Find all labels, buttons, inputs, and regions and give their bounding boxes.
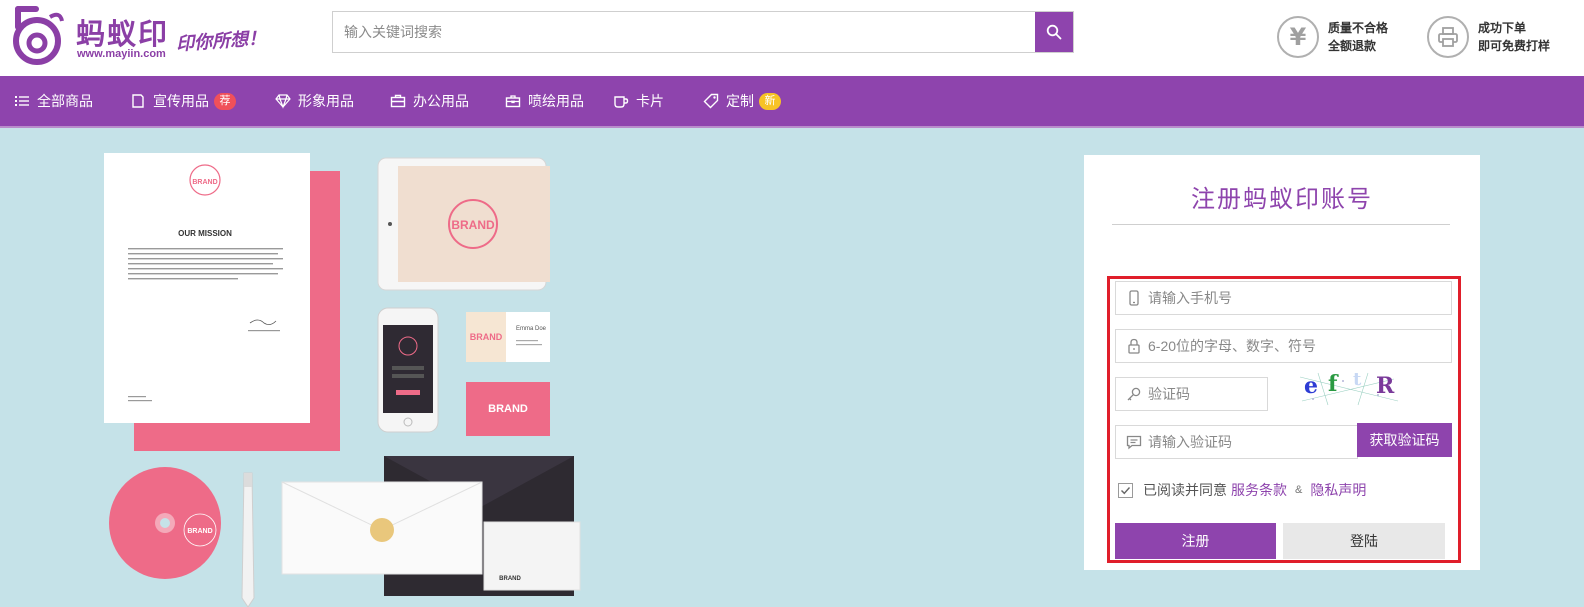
nav-item-promo[interactable]: 宣传用品 荐: [130, 76, 236, 126]
login-button[interactable]: 登陆: [1283, 523, 1445, 559]
tablet-brand-text: BRAND: [451, 218, 495, 232]
nav-item-office[interactable]: 办公用品: [390, 76, 469, 126]
phone-field: [1115, 281, 1452, 315]
terms-link[interactable]: 服务条款: [1231, 480, 1287, 500]
captcha-input[interactable]: [1148, 378, 1264, 410]
main-nav: 全部商品 宣传用品 荐 形象用品 办公用品 喷绘用品 卡片 定制 新: [0, 76, 1584, 128]
search-bar: [332, 11, 1074, 53]
captcha-char: f: [1328, 371, 1338, 397]
recommend-badge: 荐: [214, 92, 236, 110]
diamond-icon: [275, 93, 291, 109]
captcha-image[interactable]: e f t R: [1298, 371, 1400, 407]
nav-label: 定制: [726, 93, 754, 109]
nav-label: 宣传用品: [153, 93, 209, 109]
stationery-mockup-image: BRAND OUR MISSION BRAND BRAND Emma Doe B…: [104, 153, 581, 607]
letter-brand-text: BRAND: [192, 179, 217, 186]
logo-slogan: 印你所想！: [175, 27, 267, 56]
nav-item-cards[interactable]: 卡片: [613, 76, 664, 126]
agreement-row: 已阅读并同意 服务条款 & 隐私声明: [1118, 480, 1370, 500]
nav-item-image[interactable]: 形象用品: [275, 76, 354, 126]
captcha-char: e: [1304, 373, 1318, 399]
nav-item-spray[interactable]: 喷绘用品: [505, 76, 584, 126]
register-button[interactable]: 注册: [1115, 523, 1276, 559]
nav-label: 喷绘用品: [528, 93, 584, 109]
list-icon: [14, 93, 30, 109]
nav-item-all-products[interactable]: 全部商品: [14, 76, 93, 126]
register-title: 注册蚂蚁印账号: [1191, 185, 1373, 213]
envelope-brand-text: BRAND: [499, 576, 521, 582]
privacy-link[interactable]: 隐私声明: [1310, 480, 1366, 500]
mobile-phone-icon: [1126, 290, 1142, 306]
get-sms-code-button[interactable]: 获取验证码: [1357, 423, 1452, 457]
password-input[interactable]: [1148, 330, 1448, 362]
promise-sample: 成功下单 即可免费打样: [1427, 16, 1577, 62]
promise-sample-line1: 成功下单: [1478, 21, 1527, 35]
new-badge: 新: [759, 92, 781, 110]
nav-label: 办公用品: [413, 93, 469, 109]
logo-mark-icon: [13, 6, 64, 65]
printer-icon: [1427, 16, 1469, 58]
register-panel: 注册蚂蚁印账号 请输入手机号 验证码 e f t R 请输入验证码 获取验证码 …: [1084, 155, 1480, 570]
cd-brand-text: BRAND: [187, 528, 212, 535]
briefcase-icon: [390, 93, 406, 109]
key-icon: [1126, 386, 1142, 402]
card-brand-text: BRAND: [470, 332, 503, 342]
logo-url: www.mayiin.com: [77, 48, 166, 60]
search-input[interactable]: [333, 12, 1035, 52]
nav-label: 卡片: [636, 93, 664, 109]
card-name: Emma Doe: [516, 326, 547, 332]
lock-icon: [1126, 338, 1142, 354]
phone-input[interactable]: [1148, 282, 1448, 314]
captcha-char: t: [1353, 371, 1362, 390]
captcha-char: R: [1376, 373, 1395, 399]
toolbox-icon: [505, 93, 521, 109]
nav-label: 全部商品: [37, 93, 93, 109]
agree-text: 已阅读并同意: [1143, 482, 1227, 498]
title-divider: [1112, 224, 1450, 225]
logo[interactable]: 蚂蚁印 www.mayiin.com 印你所想！: [10, 5, 270, 67]
cup-icon: [613, 93, 629, 109]
checkmark-icon: [1121, 486, 1131, 494]
promise-refund-line1: 质量不合格: [1328, 21, 1389, 35]
password-field: [1115, 329, 1452, 363]
card-back-brand-text: BRAND: [488, 403, 528, 415]
register-form: e f t R 获取验证码 已阅读并同意 服务条款 & 隐私声明 注册 登陆: [1107, 276, 1461, 563]
search-button[interactable]: [1035, 12, 1073, 52]
header: 蚂蚁印 www.mayiin.com 印你所想！ ¥ 质量不合格 全额退款: [0, 0, 1584, 76]
logo-name: 蚂蚁印: [76, 17, 170, 51]
tag-icon: [703, 93, 719, 109]
nav-label: 形象用品: [298, 93, 354, 109]
sms-code-input[interactable]: [1148, 426, 1353, 458]
promise-sample-line2: 即可免费打样: [1478, 39, 1551, 53]
nav-item-custom[interactable]: 定制 新: [703, 76, 781, 126]
captcha-field: [1115, 377, 1268, 411]
letter-heading: OUR MISSION: [178, 229, 232, 238]
message-icon: [1126, 434, 1142, 450]
agree-checkbox[interactable]: [1118, 482, 1133, 498]
search-icon: [1046, 24, 1062, 40]
promise-refund-line2: 全额退款: [1328, 39, 1377, 53]
page-icon: [130, 93, 146, 109]
sms-code-field: [1115, 425, 1358, 459]
ampersand: &: [1295, 484, 1303, 496]
promise-refund: ¥ 质量不合格 全额退款: [1277, 16, 1417, 62]
yen-icon: ¥: [1277, 16, 1319, 58]
